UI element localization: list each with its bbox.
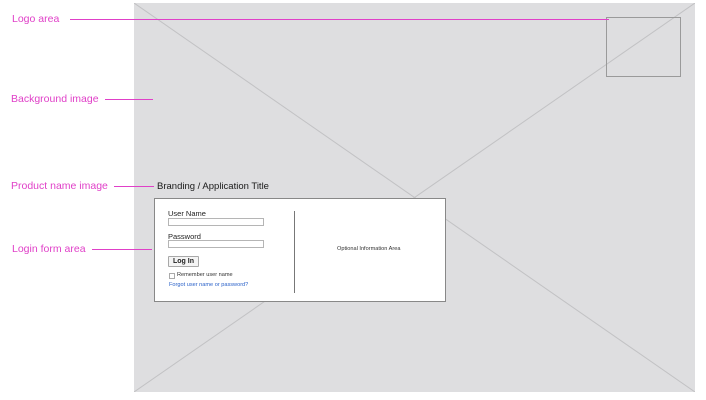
panel-divider xyxy=(294,211,295,293)
annotation-login-form-area: Login form area xyxy=(12,243,86,255)
annotation-logo-area: Logo area xyxy=(12,13,60,25)
forgot-credentials-link[interactable]: Forgot user name or password? xyxy=(169,282,248,288)
annotation-line-background xyxy=(105,99,153,100)
optional-info-area: Optional Information Area xyxy=(337,246,401,252)
logo-placeholder xyxy=(606,17,681,77)
remember-checkbox[interactable] xyxy=(169,273,175,279)
annotation-line-logo xyxy=(70,19,609,20)
annotation-line-product-name xyxy=(114,186,154,187)
login-button[interactable]: Log In xyxy=(168,256,199,267)
annotation-background-image: Background image xyxy=(11,93,99,105)
password-input[interactable] xyxy=(168,240,264,248)
annotation-line-login-form xyxy=(92,249,152,250)
remember-label: Remember user name xyxy=(177,272,233,278)
branding-title: Branding / Application Title xyxy=(157,181,269,192)
username-label: User Name xyxy=(168,209,206,218)
login-panel: User Name Password Log In Remember user … xyxy=(154,198,446,302)
username-input[interactable] xyxy=(168,218,264,226)
annotation-product-name-image: Product name image xyxy=(11,180,108,192)
